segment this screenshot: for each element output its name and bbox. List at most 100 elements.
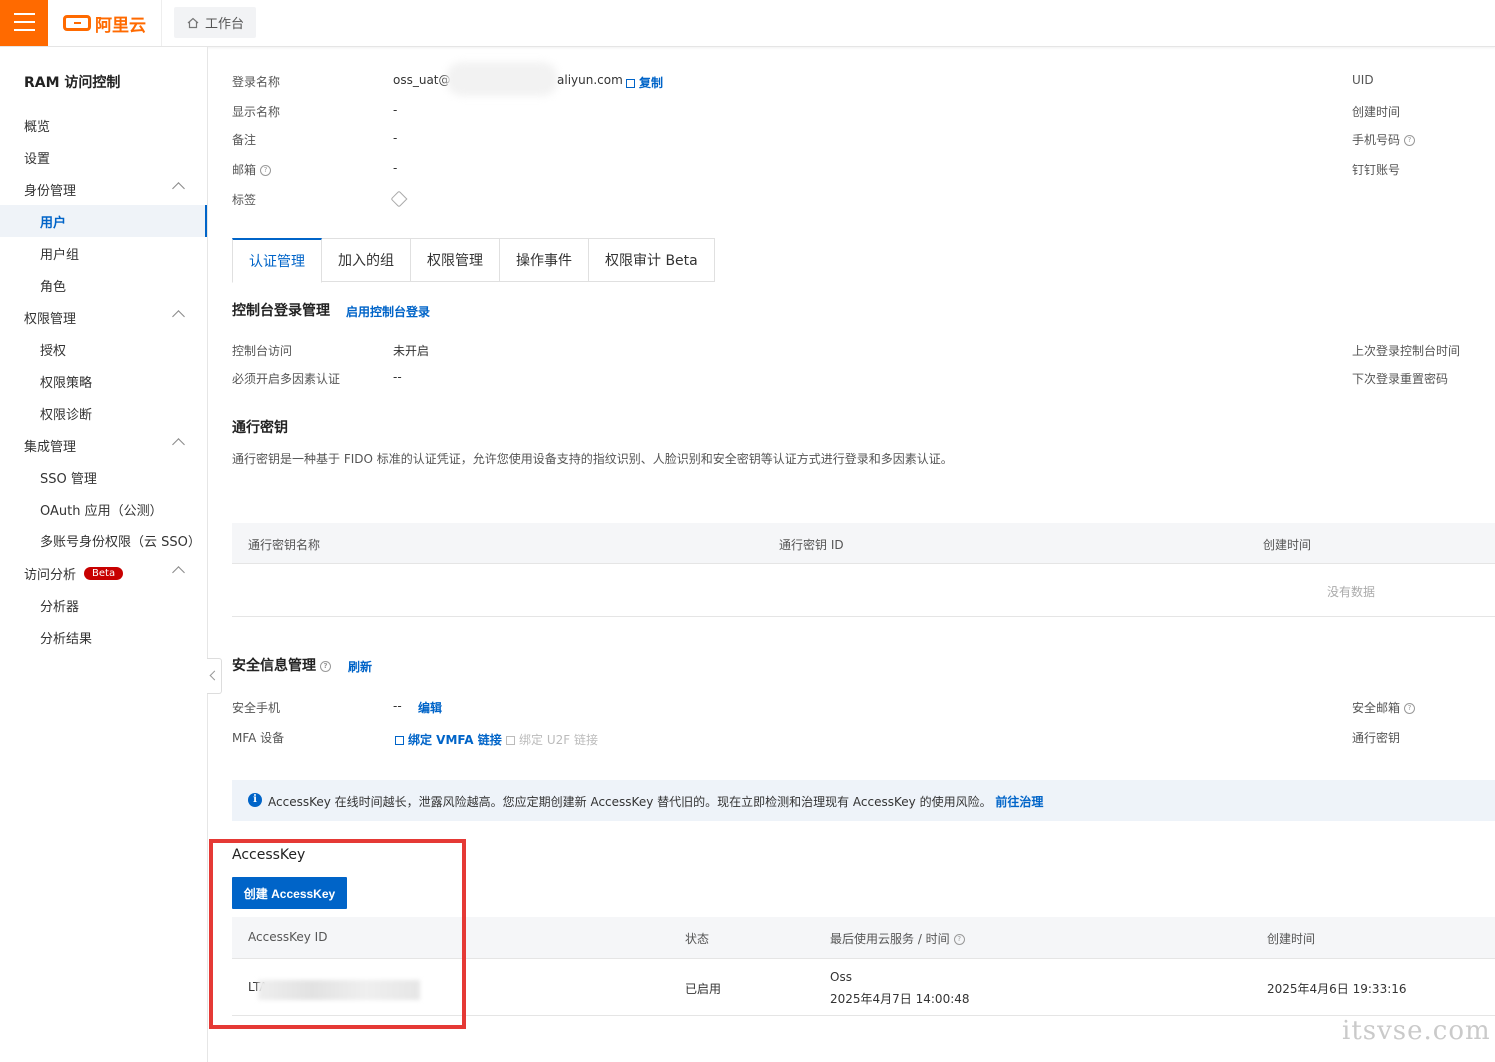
security-email-label-text: 安全邮箱 [1352, 701, 1401, 715]
sidebar-item-label: 集成管理 [24, 439, 77, 455]
passkey-col-created: 创建时间 [1263, 538, 1312, 552]
sidebar-item-label: OAuth 应用（公测） [40, 503, 163, 519]
passkey-col-name: 通行密钥名称 [248, 538, 321, 552]
sidebar-item-grants[interactable]: 授权 [0, 333, 207, 365]
chevron-up-icon [172, 182, 185, 195]
watermark: itsvse.com [1342, 1016, 1491, 1046]
sidebar-item-label: 权限策略 [40, 375, 93, 391]
sidebar-item-label: 权限诊断 [40, 407, 93, 423]
redacted-blur [446, 62, 558, 96]
bind-u2f-link[interactable]: 绑定 U2F 链接 [500, 731, 598, 748]
enable-console-login-link[interactable]: 启用控制台登录 [346, 303, 430, 320]
sidebar-item-cloud-sso[interactable]: 多账号身份权限（云 SSO） [0, 524, 207, 556]
brand-name: 阿里云 [95, 15, 146, 36]
sidebar-item-label: 访问分析 [24, 567, 77, 583]
bind-vmfa-label: 绑定 VMFA 链接 [408, 733, 502, 747]
sidebar-item-label: 用户组 [40, 247, 80, 263]
sidebar-item-oauth[interactable]: OAuth 应用（公测） [0, 493, 207, 525]
chevron-up-icon [172, 310, 185, 323]
tab-events[interactable]: 操作事件 [500, 238, 589, 282]
chevron-up-icon [172, 438, 185, 451]
sidebar-item-analysis-results[interactable]: 分析结果 [0, 621, 207, 653]
sidebar-item-label: SSO 管理 [40, 471, 97, 487]
sidebar-item-roles[interactable]: 角色 [0, 269, 207, 301]
last-login-label: 上次登录控制台时间 [1352, 344, 1461, 358]
tab-groups[interactable]: 加入的组 [322, 238, 411, 282]
console-access-value: 未开启 [393, 344, 430, 358]
sidebar-item-user-groups[interactable]: 用户组 [0, 237, 207, 269]
login-name-suffix: aliyun.com [557, 73, 623, 87]
help-icon[interactable]: ? [953, 934, 965, 945]
sidebar-item-diagnosis[interactable]: 权限诊断 [0, 397, 207, 429]
refresh-link[interactable]: 刷新 [348, 658, 372, 675]
sidebar-item-analyzer[interactable]: 分析器 [0, 589, 207, 621]
brand-logo[interactable]: 阿里云 [63, 12, 146, 36]
security-email-label: 安全邮箱? [1352, 699, 1416, 716]
remark-value: - [393, 131, 398, 145]
tab-bar: 认证管理 加入的组 权限管理 操作事件 权限审计 Beta [232, 238, 715, 283]
sidebar-item-policies[interactable]: 权限策略 [0, 365, 207, 397]
help-icon[interactable]: ? [1404, 135, 1416, 146]
passkey-col-id: 通行密钥 ID [779, 538, 844, 552]
sidebar-item-settings[interactable]: 设置 [0, 141, 207, 173]
menu-button[interactable] [0, 0, 48, 46]
mfa-required-value: -- [393, 370, 402, 384]
display-name-label: 显示名称 [232, 105, 281, 119]
ak-row-last-time: 2025年4月7日 14:00:48 [830, 992, 970, 1006]
ak-col-last-used-text: 最后使用云服务 / 时间 [830, 932, 950, 946]
security-title-text: 安全信息管理 [232, 658, 316, 674]
copy-icon [626, 79, 635, 88]
help-icon[interactable]: ? [1404, 703, 1416, 714]
sidebar-group-permissions[interactable]: 权限管理 [0, 301, 207, 333]
display-name-value: - [393, 103, 398, 117]
link-icon [506, 736, 515, 745]
sidebar-item-overview[interactable]: 概览 [0, 109, 207, 141]
security-title: 安全信息管理? [232, 655, 331, 675]
workbench-label: 工作台 [205, 17, 245, 32]
sidebar-collapse-button[interactable] [207, 658, 222, 694]
copy-label: 复制 [639, 76, 664, 90]
security-phone-label: 安全手机 [232, 701, 281, 715]
phone-label: 手机号码? [1352, 131, 1416, 148]
tab-authentication[interactable]: 认证管理 [232, 238, 322, 283]
sidebar-group-access-analysis[interactable]: 访问分析 Beta [0, 557, 207, 589]
sidebar-item-label: 概览 [24, 119, 51, 135]
help-icon[interactable]: ? [260, 165, 272, 176]
link-icon [395, 736, 404, 745]
mfa-required-label: 必须开启多因素认证 [232, 372, 341, 386]
console-access-label: 控制台访问 [232, 344, 293, 358]
ak-col-created: 创建时间 [1267, 932, 1316, 946]
sidebar-item-label: 角色 [40, 279, 67, 295]
ak-row-status: 已启用 [685, 982, 722, 996]
empty-state: 没有数据 [1327, 585, 1376, 599]
sidebar-item-users[interactable]: 用户 [0, 205, 207, 237]
divider [161, 0, 162, 46]
tab-permissions[interactable]: 权限管理 [411, 238, 500, 282]
sidebar-group-integration[interactable]: 集成管理 [0, 429, 207, 461]
copy-button[interactable]: 复制 [620, 74, 663, 91]
email-label: 邮箱? [232, 161, 272, 178]
ak-row-last-service: Oss [830, 970, 852, 984]
sidebar-item-label: 授权 [40, 343, 67, 359]
phone-label-text: 手机号码 [1352, 133, 1401, 147]
sidebar-item-label: 分析结果 [40, 631, 93, 647]
workbench-button[interactable]: 工作台 [174, 7, 256, 38]
console-login-title: 控制台登录管理 [232, 303, 330, 319]
sidebar-item-label: 分析器 [40, 599, 80, 615]
sidebar-group-identity[interactable]: 身份管理 [0, 173, 207, 205]
tab-audit[interactable]: 权限审计 Beta [589, 238, 715, 282]
edit-phone-link[interactable]: 编辑 [418, 699, 442, 716]
help-icon[interactable]: ? [320, 660, 331, 672]
sidebar-item-sso[interactable]: SSO 管理 [0, 461, 207, 493]
email-value: - [393, 161, 398, 175]
bind-vmfa-link[interactable]: 绑定 VMFA 链接 [389, 731, 502, 748]
govern-link[interactable]: 前往治理 [995, 795, 1043, 809]
uid-label: UID [1352, 73, 1374, 87]
ak-row-created: 2025年4月6日 19:33:16 [1267, 982, 1407, 996]
security-passkey-label: 通行密钥 [1352, 731, 1401, 745]
tag-icon[interactable] [390, 190, 408, 208]
sidebar-item-label: 权限管理 [24, 311, 77, 327]
divider [232, 563, 1495, 564]
mfa-device-label: MFA 设备 [232, 731, 285, 745]
passkey-description: 通行密钥是一种基于 FIDO 标准的认证凭证，允许您使用设备支持的指纹识别、人脸… [232, 452, 953, 466]
